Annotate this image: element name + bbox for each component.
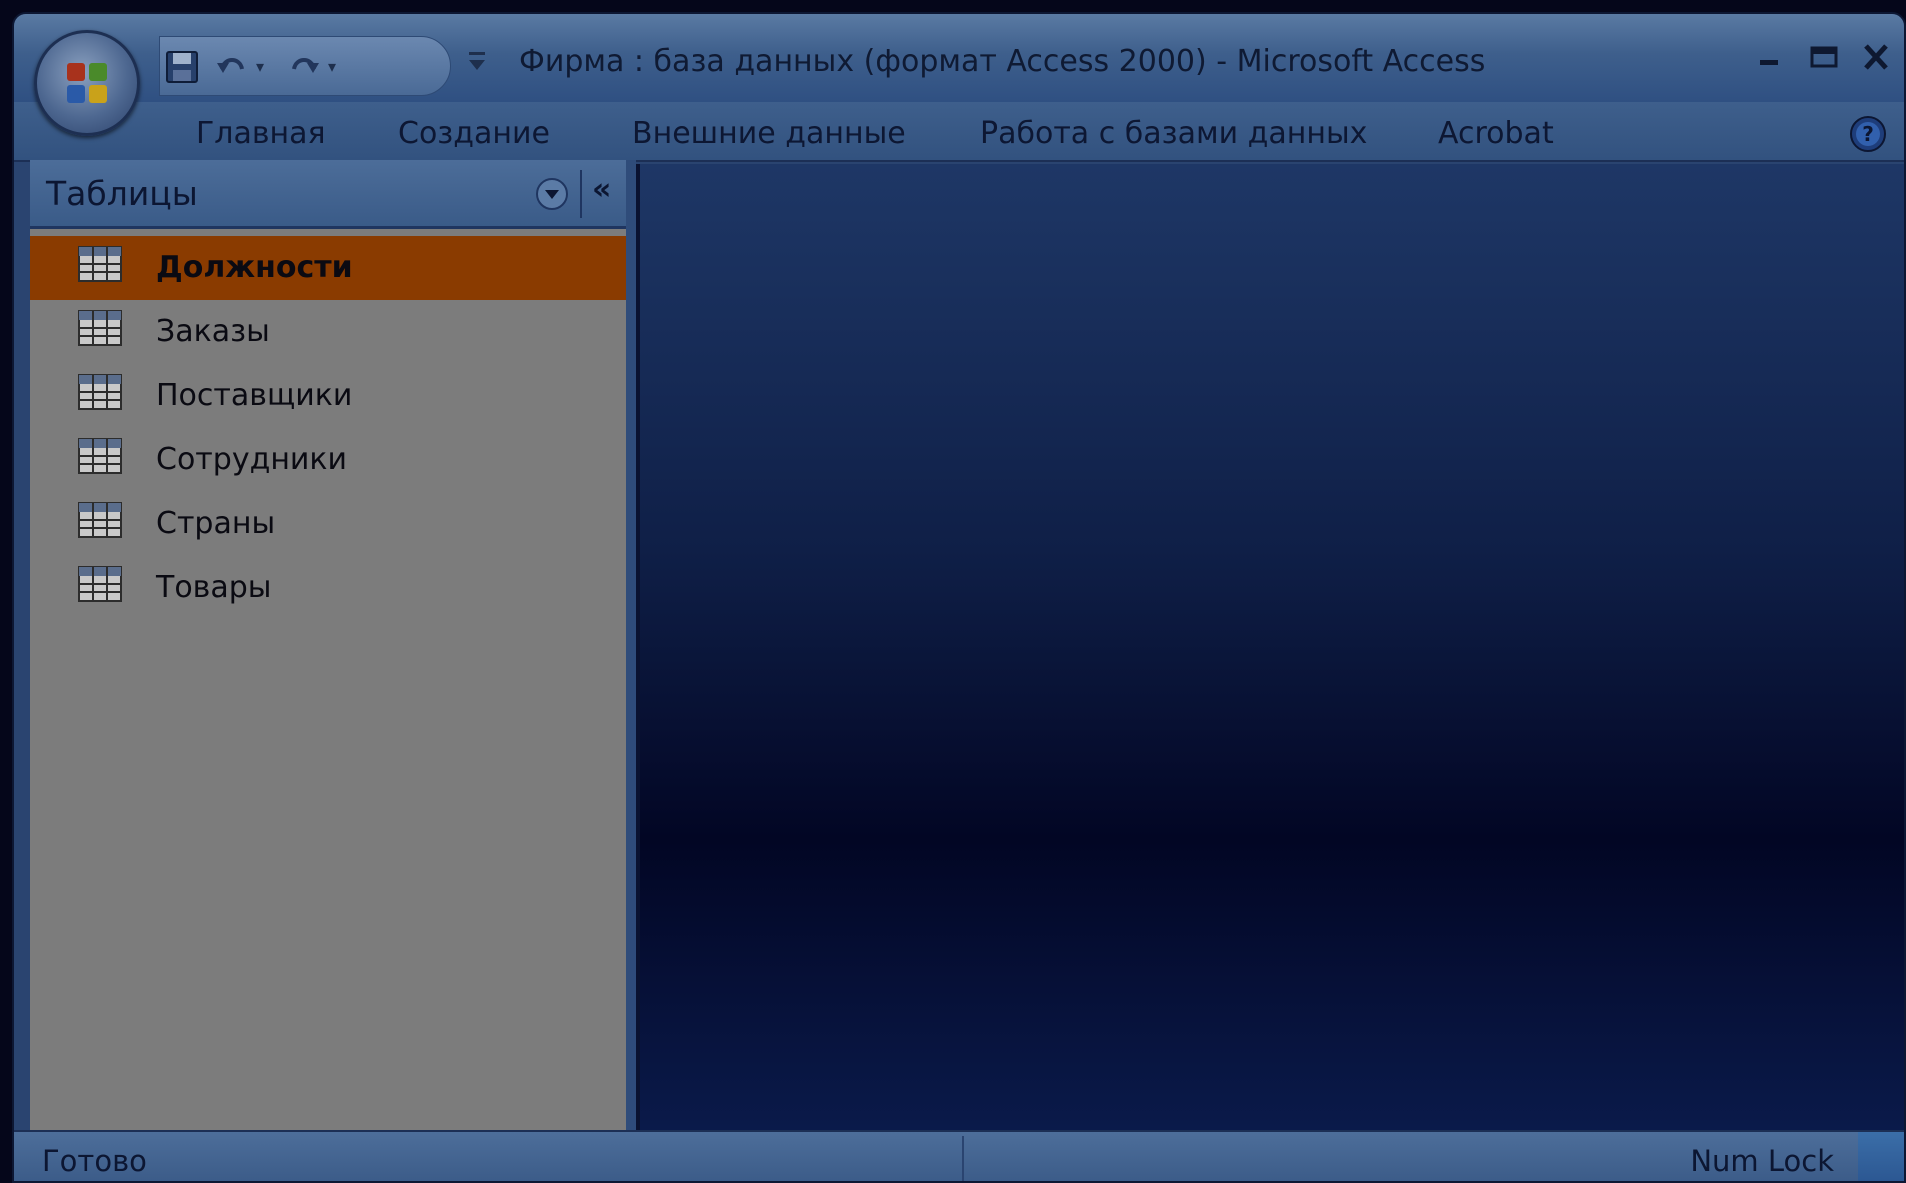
- redo-dropdown-arrow[interactable]: ▾: [328, 57, 336, 76]
- nav-item-tovary[interactable]: Товары: [30, 556, 626, 620]
- nav-item-zakazy[interactable]: Заказы: [30, 300, 626, 364]
- tab-external-data[interactable]: Внешние данные: [632, 116, 906, 151]
- num-lock-indicator: Num Lock: [1690, 1144, 1834, 1178]
- title-bar: ▾ ▾ Фирма : база данных (формат Access 2…: [14, 14, 1904, 102]
- status-divider: [962, 1136, 964, 1181]
- navigation-pane: Таблицы « Должности Заказы Поставщики Со…: [30, 160, 636, 1130]
- save-icon[interactable]: [164, 49, 200, 85]
- undo-icon[interactable]: [214, 49, 250, 85]
- chevron-down-icon[interactable]: [534, 176, 570, 212]
- nav-item-label: Должности: [156, 250, 353, 285]
- header-divider: [580, 170, 582, 218]
- nav-item-label: Заказы: [156, 314, 270, 349]
- navigation-pane-title: Таблицы: [46, 174, 198, 213]
- tab-acrobat[interactable]: Acrobat: [1438, 116, 1554, 151]
- nav-item-label: Сотрудники: [156, 442, 348, 477]
- nav-item-label: Товары: [156, 570, 272, 605]
- collapse-pane-icon[interactable]: «: [592, 172, 611, 207]
- nav-item-label: Страны: [156, 506, 276, 541]
- office-button[interactable]: [34, 30, 140, 136]
- tab-home[interactable]: Главная: [196, 116, 326, 151]
- status-text: Готово: [42, 1144, 147, 1178]
- table-icon: [78, 566, 122, 602]
- nav-item-label: Поставщики: [156, 378, 353, 413]
- table-icon: [78, 310, 122, 346]
- customize-toolbar-icon[interactable]: [466, 50, 488, 74]
- nav-item-dolzhnosti[interactable]: Должности: [30, 236, 626, 300]
- ribbon-tabs: Главная Создание Внешние данные Работа с…: [14, 102, 1904, 162]
- table-icon: [78, 246, 122, 282]
- tab-create[interactable]: Создание: [398, 116, 550, 151]
- nav-item-strany[interactable]: Страны: [30, 492, 626, 556]
- navigation-pane-header[interactable]: Таблицы «: [30, 160, 626, 229]
- table-icon: [78, 374, 122, 410]
- nav-item-postavshchiki[interactable]: Поставщики: [30, 364, 626, 428]
- help-icon[interactable]: ?: [1848, 114, 1888, 154]
- svg-text:?: ?: [1862, 122, 1874, 146]
- office-logo-icon: [67, 63, 107, 103]
- minimize-icon[interactable]: [1750, 38, 1790, 78]
- document-workspace: [636, 164, 1904, 1130]
- table-icon: [78, 438, 122, 474]
- quick-access-toolbar: ▾ ▾: [159, 36, 451, 96]
- close-icon[interactable]: [1856, 38, 1896, 78]
- window-title: Фирма : база данных (формат Access 2000)…: [519, 44, 1486, 79]
- access-window: ▾ ▾ Фирма : база данных (формат Access 2…: [12, 12, 1906, 1183]
- maximize-icon[interactable]: [1804, 38, 1844, 78]
- status-bar: Готово Num Lock: [14, 1130, 1904, 1181]
- tab-database-tools[interactable]: Работа с базами данных: [980, 116, 1367, 151]
- resize-grip-icon[interactable]: [1858, 1132, 1904, 1181]
- table-icon: [78, 502, 122, 538]
- undo-dropdown-arrow[interactable]: ▾: [256, 57, 264, 76]
- nav-item-sotrudniki[interactable]: Сотрудники: [30, 428, 626, 492]
- table-list: Должности Заказы Поставщики Сотрудники С…: [30, 236, 626, 620]
- redo-icon[interactable]: [286, 49, 322, 85]
